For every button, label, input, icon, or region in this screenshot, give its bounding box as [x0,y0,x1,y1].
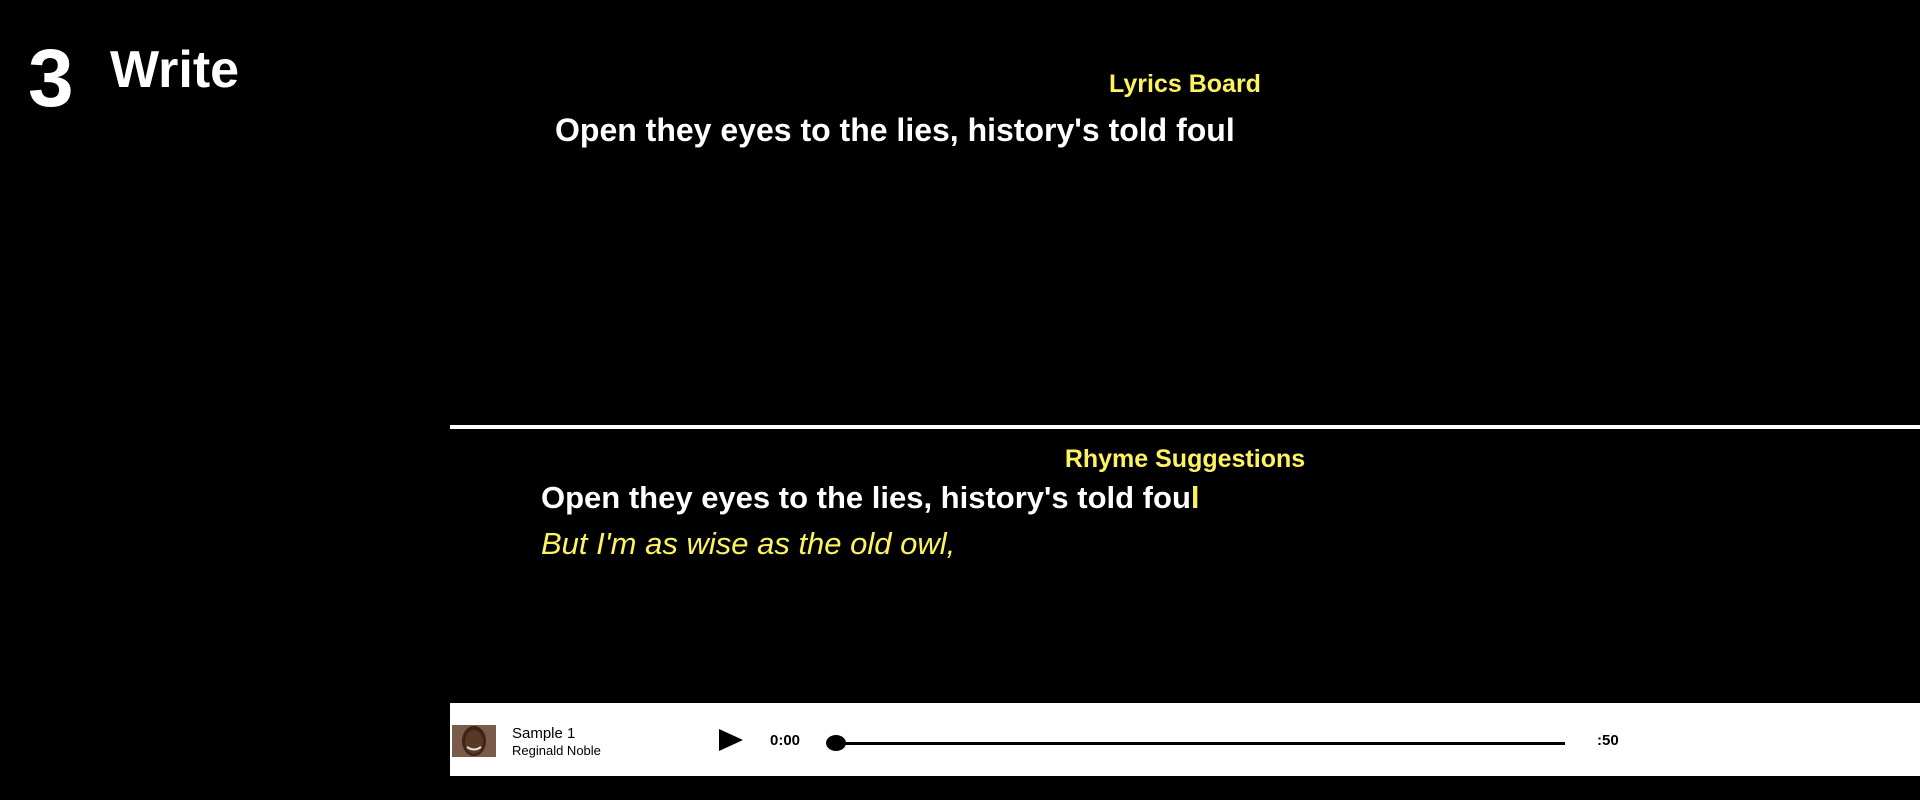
section-divider [450,425,1920,429]
rhyme-suggestion-line[interactable]: But I'm as wise as the old owl, [541,526,955,562]
rhyme-suggestions-heading: Rhyme Suggestions [1064,445,1306,473]
artist-avatar [452,725,496,757]
rhyme-source-text: Open they eyes to the lies, history's to… [541,480,1191,515]
lyrics-board-line[interactable]: Open they eyes to the lies, history's to… [555,112,1235,149]
play-icon [719,729,743,751]
seek-bar[interactable] [827,742,1565,745]
audio-player: Sample 1 Reginald Noble 0:00 :50 [450,703,1920,776]
seek-handle[interactable] [826,735,846,751]
track-artist: Reginald Noble [512,743,601,758]
track-title: Sample 1 [512,725,576,742]
total-time: :50 [1597,732,1619,749]
avatar-face-icon [452,725,496,757]
rhyme-highlight: l [1190,480,1200,515]
lyrics-board-heading: Lyrics Board [1109,70,1261,98]
step-number: 3 [28,33,74,124]
step-title: Write [110,41,240,99]
current-time: 0:00 [770,732,801,749]
play-button[interactable] [716,725,746,755]
rhyme-source-line: Open they eyes to the lies, history's to… [541,480,1200,516]
